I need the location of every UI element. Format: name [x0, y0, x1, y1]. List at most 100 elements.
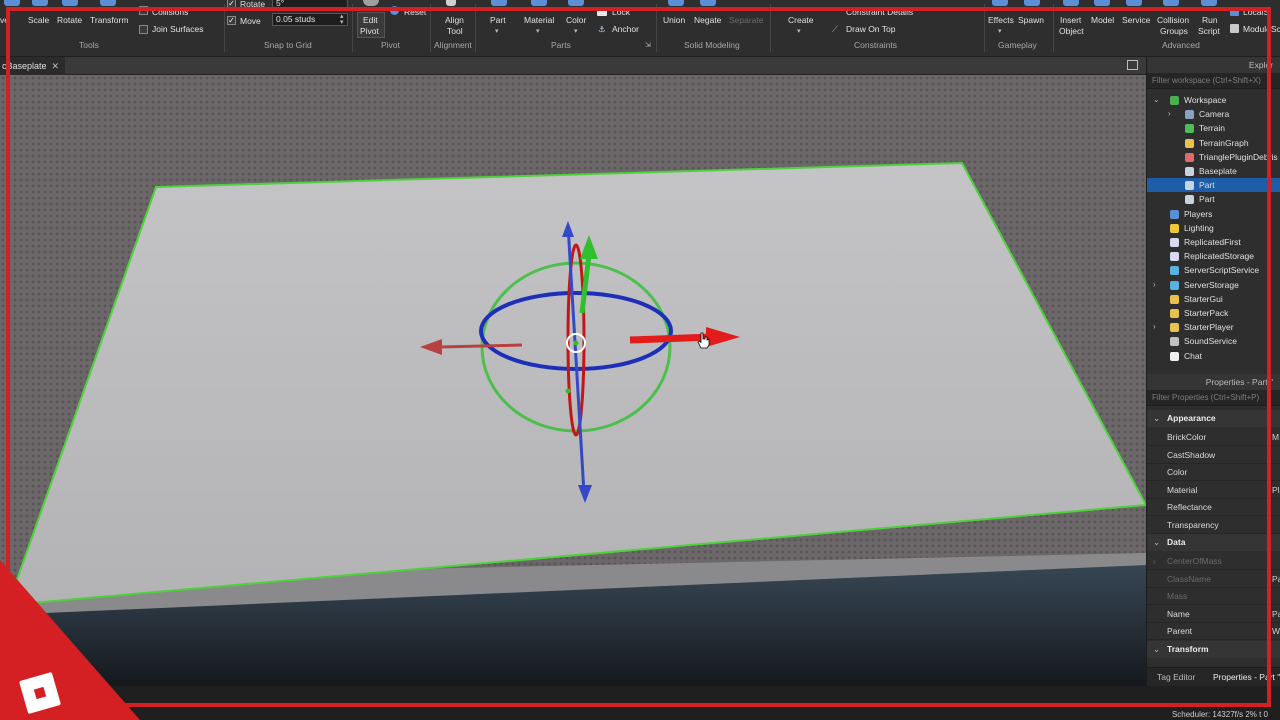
- maximize-viewport-icon[interactable]: [1127, 60, 1138, 70]
- effects-button[interactable]: Effects: [988, 15, 1014, 25]
- snap-move-checkbox[interactable]: ✓: [227, 16, 236, 25]
- property-row[interactable]: Mass: [1147, 588, 1280, 605]
- spawn-button[interactable]: Spawn: [1018, 15, 1044, 25]
- chevron-right-icon[interactable]: ›: [1153, 320, 1156, 334]
- scale-button[interactable]: Scale: [28, 15, 49, 25]
- snap-rotate-input[interactable]: 5°: [272, 0, 348, 10]
- chevron-down-icon[interactable]: ⌄: [1153, 641, 1160, 658]
- explorer-item[interactable]: Players: [1147, 207, 1280, 221]
- part-button[interactable]: Part: [490, 15, 506, 25]
- insert-object-button[interactable]: Insert: [1060, 15, 1081, 25]
- separate-button[interactable]: Separate: [729, 15, 764, 25]
- run-script-button[interactable]: Run: [1202, 15, 1218, 25]
- explorer-item[interactable]: TrianglePluginDebris: [1147, 150, 1280, 164]
- align-tool-button[interactable]: Align: [445, 15, 464, 25]
- explorer-item[interactable]: Part: [1147, 192, 1280, 206]
- axis-x-neg-handle[interactable]: [439, 343, 523, 349]
- property-row[interactable]: Name Part: [1147, 605, 1280, 623]
- chevron-down-icon[interactable]: ⌄: [1153, 93, 1160, 107]
- edit-pivot-button[interactable]: Edit Pivot: [357, 12, 385, 38]
- property-value[interactable]: Plas: [1269, 481, 1280, 499]
- join-surfaces-checkbox[interactable]: [139, 25, 148, 34]
- chevron-down-icon[interactable]: ▾: [998, 27, 1002, 35]
- properties-filter-input[interactable]: Filter Properties (Ctrl+Shift+P): [1147, 390, 1280, 406]
- property-row[interactable]: ClassName Pa: [1147, 570, 1280, 588]
- property-row[interactable]: Reflectance: [1147, 499, 1280, 516]
- explorer-item[interactable]: ReplicatedStorage: [1147, 249, 1280, 263]
- move-button[interactable]: ve: [0, 15, 9, 25]
- collisions-checkbox[interactable]: [139, 6, 148, 15]
- property-row[interactable]: BrickColor M: [1147, 429, 1280, 446]
- material-button[interactable]: Material: [524, 15, 554, 25]
- property-row[interactable]: Color: [1147, 464, 1280, 481]
- explorer-item[interactable]: StarterPack: [1147, 306, 1280, 320]
- create-constraint-button[interactable]: Create: [788, 15, 814, 25]
- properties-tab[interactable]: Properties - Part ": [1213, 668, 1280, 686]
- property-value[interactable]: Pa: [1269, 570, 1280, 588]
- property-row[interactable]: › CenterOfMass: [1147, 553, 1280, 570]
- reset-pivot-button[interactable]: Reset: [404, 7, 426, 17]
- explorer-item[interactable]: Lighting: [1147, 221, 1280, 235]
- module-script-button[interactable]: ModuleSc: [1243, 24, 1280, 34]
- scale-icon[interactable]: [32, 0, 48, 6]
- explorer-item[interactable]: Baseplate: [1147, 164, 1280, 178]
- explorer-item[interactable]: › ServerStorage: [1147, 278, 1280, 292]
- property-category[interactable]: ⌄ Transform: [1147, 640, 1280, 658]
- close-icon[interactable]: ✕: [51, 57, 59, 75]
- property-value[interactable]: Part: [1269, 605, 1280, 623]
- snap-rotate-checkbox[interactable]: ✓: [227, 0, 236, 8]
- chevron-down-icon[interactable]: ▾: [536, 27, 540, 35]
- chevron-right-icon[interactable]: ›: [1168, 107, 1171, 121]
- explorer-item[interactable]: › StarterPlayer: [1147, 320, 1280, 334]
- explorer-item[interactable]: ReplicatedFirst: [1147, 235, 1280, 249]
- rotate-button[interactable]: Rotate: [57, 15, 82, 25]
- chevron-down-icon[interactable]: ⌄: [1153, 410, 1160, 427]
- transform-icon[interactable]: [100, 0, 116, 6]
- explorer-item[interactable]: SoundService: [1147, 334, 1280, 348]
- union-button[interactable]: Union: [663, 15, 685, 25]
- property-value[interactable]: M: [1269, 429, 1280, 446]
- chevron-down-icon[interactable]: ▾: [574, 27, 578, 35]
- explorer-item[interactable]: ServerScriptService: [1147, 263, 1280, 277]
- 3d-viewport[interactable]: [0, 75, 1146, 686]
- explorer-item[interactable]: StarterGui: [1147, 292, 1280, 306]
- service-button[interactable]: Service: [1122, 15, 1150, 25]
- draw-on-top-button[interactable]: Draw On Top: [846, 24, 895, 34]
- property-row[interactable]: CastShadow: [1147, 447, 1280, 464]
- chevron-down-icon[interactable]: ▾: [495, 27, 499, 35]
- axis-x-handle[interactable]: [629, 333, 713, 344]
- chevron-down-icon[interactable]: ⌄: [1153, 534, 1160, 551]
- move-icon[interactable]: [4, 0, 20, 6]
- viewport-scene[interactable]: [0, 75, 1146, 686]
- model-button[interactable]: Model: [1091, 15, 1114, 25]
- property-row[interactable]: Transparency: [1147, 517, 1280, 534]
- rotate-icon[interactable]: [62, 0, 78, 6]
- stepper-down-icon[interactable]: ▾: [340, 18, 344, 26]
- chevron-down-icon[interactable]: ▾: [797, 27, 801, 35]
- property-category[interactable]: ⌄ Data: [1147, 534, 1280, 551]
- color-button[interactable]: Color: [566, 15, 586, 25]
- property-category[interactable]: ⌄ Appearance: [1147, 410, 1280, 427]
- document-tab[interactable]: cBaseplate ✕: [0, 57, 65, 75]
- snap-move-input[interactable]: 0.05 studs: [272, 13, 348, 26]
- lock-button[interactable]: Lock: [612, 7, 630, 17]
- explorer-item[interactable]: Terrain: [1147, 121, 1280, 135]
- anchor-button[interactable]: Anchor: [612, 24, 639, 34]
- property-value[interactable]: Wor: [1269, 623, 1280, 640]
- explorer-item[interactable]: ⌄ Workspace: [1147, 93, 1280, 107]
- negate-button[interactable]: Negate: [694, 15, 721, 25]
- expand-group-icon[interactable]: ⇲: [645, 41, 651, 49]
- explorer-item[interactable]: Part: [1147, 178, 1280, 193]
- tag-editor-tab[interactable]: Tag Editor: [1157, 668, 1195, 686]
- constraint-details-button[interactable]: Constraint Details: [846, 7, 913, 17]
- explorer-item[interactable]: › Camera: [1147, 107, 1280, 121]
- explorer-item[interactable]: TerrainGraph: [1147, 136, 1280, 150]
- chevron-right-icon[interactable]: ›: [1153, 278, 1156, 292]
- property-row[interactable]: Parent Wor: [1147, 623, 1280, 640]
- collision-groups-button[interactable]: Collision: [1157, 15, 1189, 25]
- explorer-item[interactable]: Chat: [1147, 349, 1280, 363]
- property-row[interactable]: Material Plas: [1147, 481, 1280, 499]
- transform-button[interactable]: Transform: [90, 15, 128, 25]
- chevron-right-icon[interactable]: ›: [1153, 553, 1156, 570]
- local-script-button[interactable]: LocalS: [1243, 7, 1269, 17]
